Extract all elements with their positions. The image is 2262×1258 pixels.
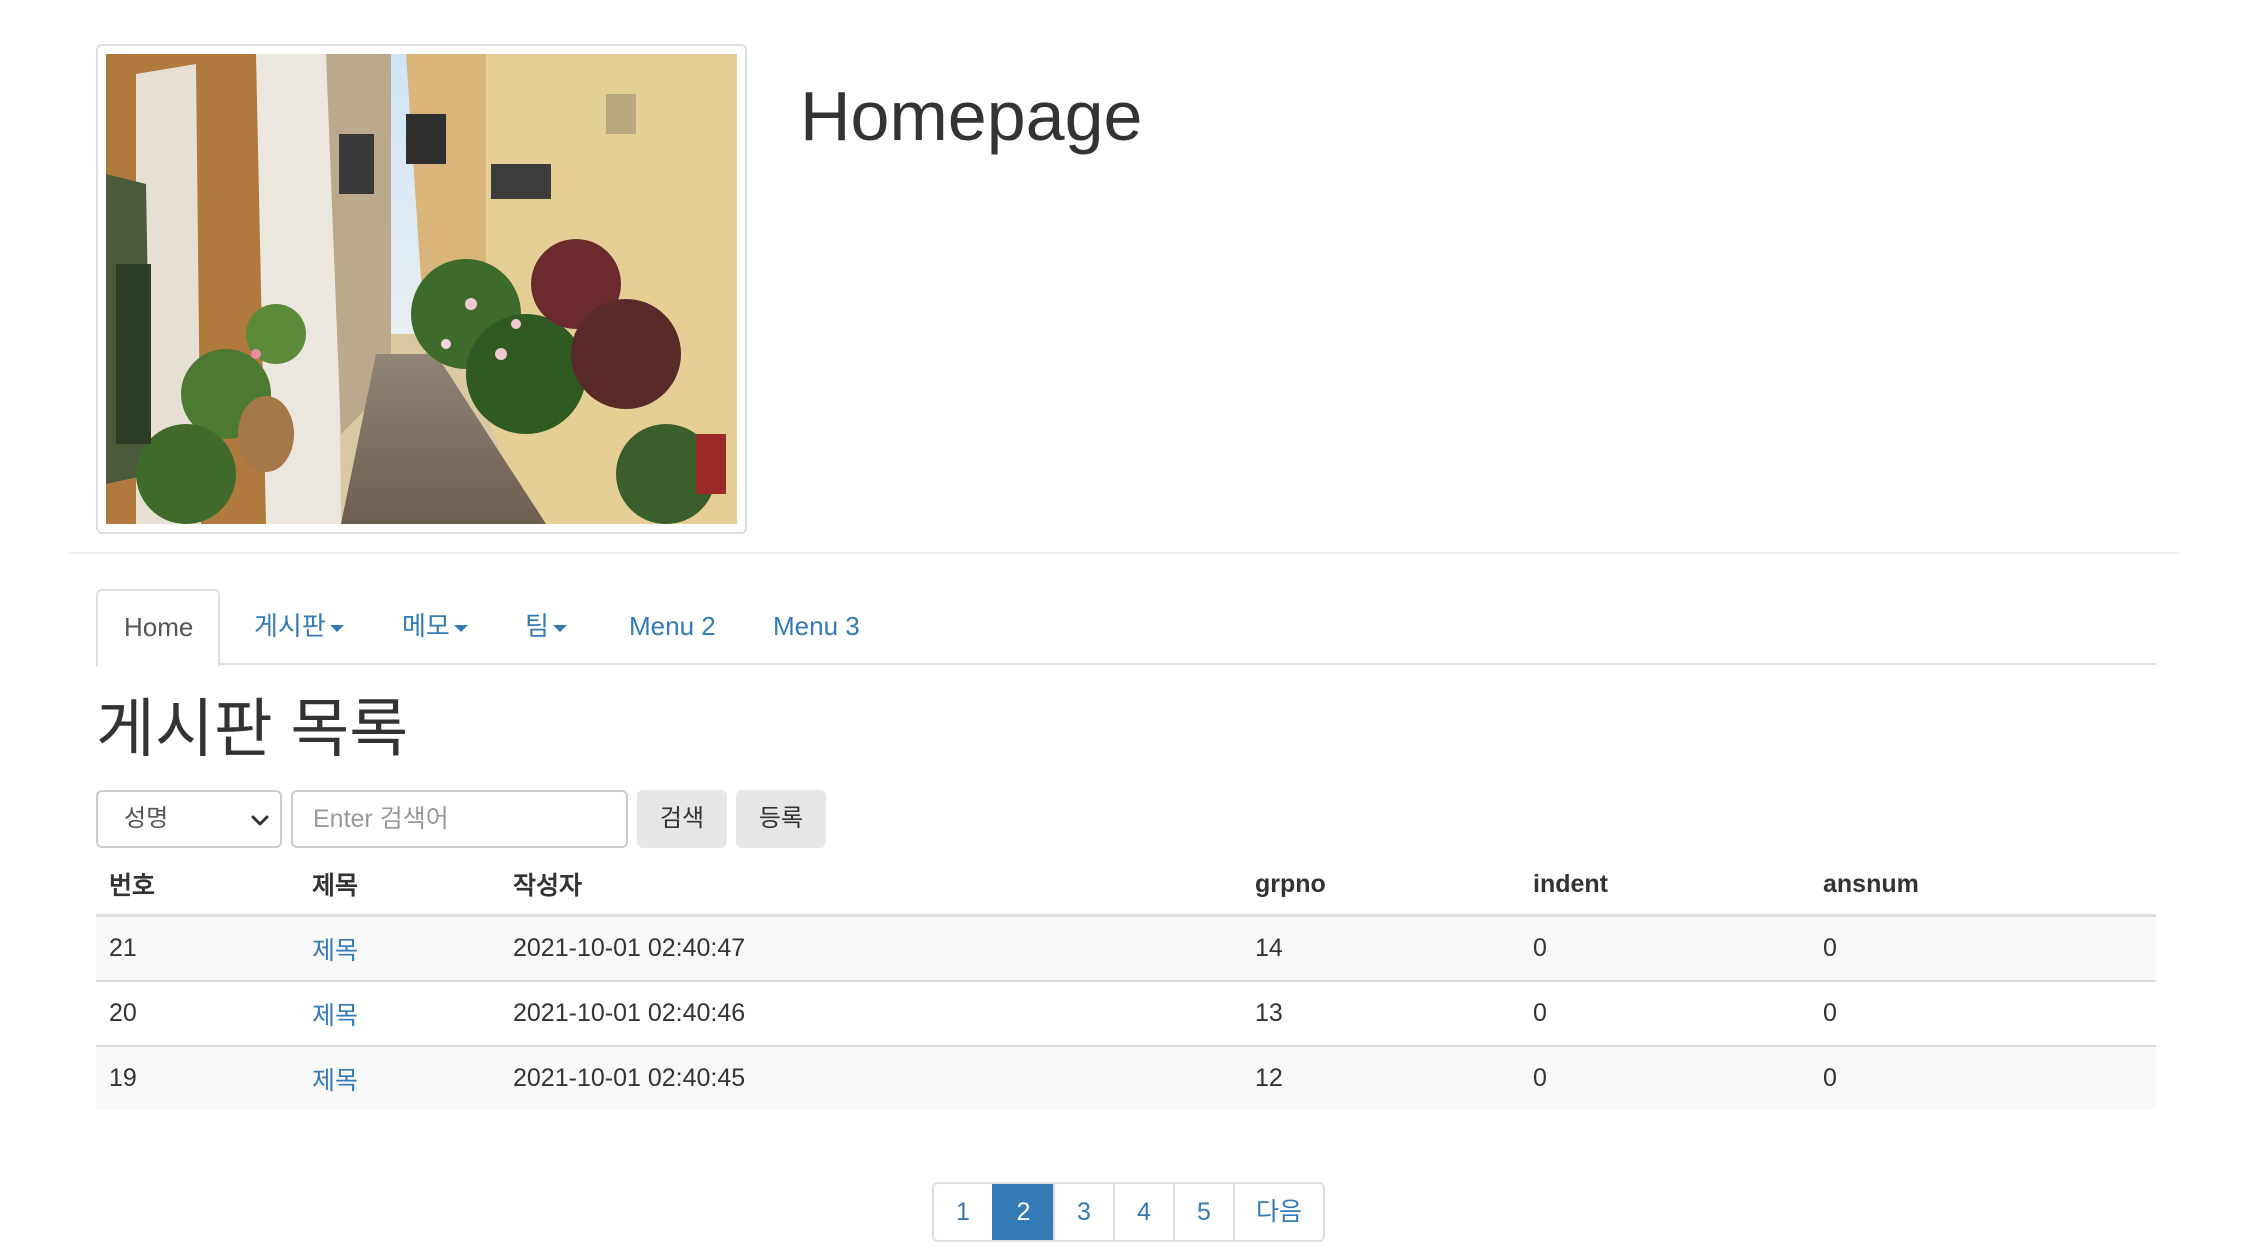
page: Homepage Home 게시판 메모 팀 Menu 2 Menu 3 게시판… — [0, 0, 2262, 1258]
nav-menu2[interactable]: Menu 2 — [629, 589, 716, 665]
page-next-button[interactable]: 다음 — [1233, 1184, 1323, 1240]
column-header-ansnum: ansnum — [1810, 854, 2156, 917]
cell-indent: 0 — [1520, 980, 1810, 1046]
nav-home-label: Home — [124, 612, 194, 642]
nav-menu2-label: Menu 2 — [629, 611, 716, 641]
pagination: 1 2 3 4 5 다음 — [932, 1182, 1325, 1242]
nav-menu3-label: Menu 3 — [773, 611, 860, 641]
column-header-writer: 작성자 — [500, 854, 1242, 917]
header-divider — [68, 552, 2180, 554]
cell-writer: 2021-10-01 02:40:47 — [513, 934, 746, 962]
page-link-4[interactable]: 4 — [1113, 1184, 1173, 1240]
register-button[interactable]: 등록 — [736, 790, 826, 848]
table-row: 21 제목 2021-10-01 02:40:47 14 0 0 — [96, 915, 2156, 981]
cell-no: 21 — [109, 934, 137, 962]
nav-team-dropdown[interactable]: 팀 — [525, 589, 567, 665]
caret-down-icon — [329, 624, 344, 632]
column-header-grpno: grpno — [1242, 854, 1520, 917]
street-photo — [106, 54, 737, 524]
caret-down-icon — [453, 624, 468, 632]
nav-memo-label: 메모 — [402, 611, 450, 641]
search-button[interactable]: 검색 — [637, 790, 727, 848]
table-row: 19 제목 2021-10-01 02:40:45 12 0 0 — [96, 1045, 2156, 1110]
post-title-link[interactable]: 제목 — [312, 1067, 358, 1095]
main-nav: Home 게시판 메모 팀 Menu 2 Menu 3 — [96, 589, 2156, 667]
column-header-title: 제목 — [299, 854, 500, 917]
cell-indent: 0 — [1533, 934, 1547, 962]
page-link-1[interactable]: 1 — [934, 1184, 992, 1240]
column-header-indent: indent — [1520, 854, 1810, 917]
search-input[interactable] — [291, 790, 628, 848]
board-heading: 게시판 목록 — [96, 693, 409, 765]
board-table: 번호 제목 작성자 grpno indent ansnum 21 제목 2021… — [96, 854, 2156, 1110]
page-link-2-current[interactable]: 2 — [992, 1184, 1053, 1240]
table-row: 20 제목 2021-10-01 02:40:46 13 0 0 — [96, 980, 2156, 1046]
cell-no: 20 — [96, 980, 299, 1046]
post-title-link[interactable]: 제목 — [312, 1002, 358, 1030]
nav-menu3[interactable]: Menu 3 — [773, 589, 860, 665]
cell-ansnum: 0 — [1823, 934, 1837, 962]
cell-grpno: 14 — [1255, 934, 1283, 962]
chevron-down-icon — [251, 815, 269, 826]
nav-board-label: 게시판 — [254, 611, 326, 641]
table-header-row: 번호 제목 작성자 grpno indent ansnum — [96, 854, 2156, 917]
cell-grpno: 12 — [1242, 1045, 1520, 1110]
cell-grpno: 13 — [1242, 980, 1520, 1046]
cell-writer: 2021-10-01 02:40:45 — [500, 1045, 1242, 1110]
post-title-link[interactable]: 제목 — [312, 937, 358, 965]
caret-down-icon — [552, 624, 567, 632]
search-field-selected: 성명 — [124, 805, 169, 832]
site-title: Homepage — [800, 77, 1143, 155]
cell-ansnum: 0 — [1810, 980, 2156, 1046]
search-field-select[interactable]: 성명 — [96, 790, 282, 848]
cell-writer: 2021-10-01 02:40:46 — [500, 980, 1242, 1046]
cell-no: 19 — [96, 1045, 299, 1110]
nav-board-dropdown[interactable]: 게시판 — [254, 589, 344, 665]
header-image — [96, 44, 747, 534]
cell-indent: 0 — [1520, 1045, 1810, 1110]
nav-memo-dropdown[interactable]: 메모 — [402, 589, 468, 665]
column-header-no: 번호 — [96, 854, 299, 917]
nav-home[interactable]: Home — [96, 589, 220, 667]
cell-ansnum: 0 — [1810, 1045, 2156, 1110]
nav-team-label: 팀 — [525, 611, 549, 641]
page-link-5[interactable]: 5 — [1173, 1184, 1233, 1240]
page-link-3[interactable]: 3 — [1053, 1184, 1113, 1240]
